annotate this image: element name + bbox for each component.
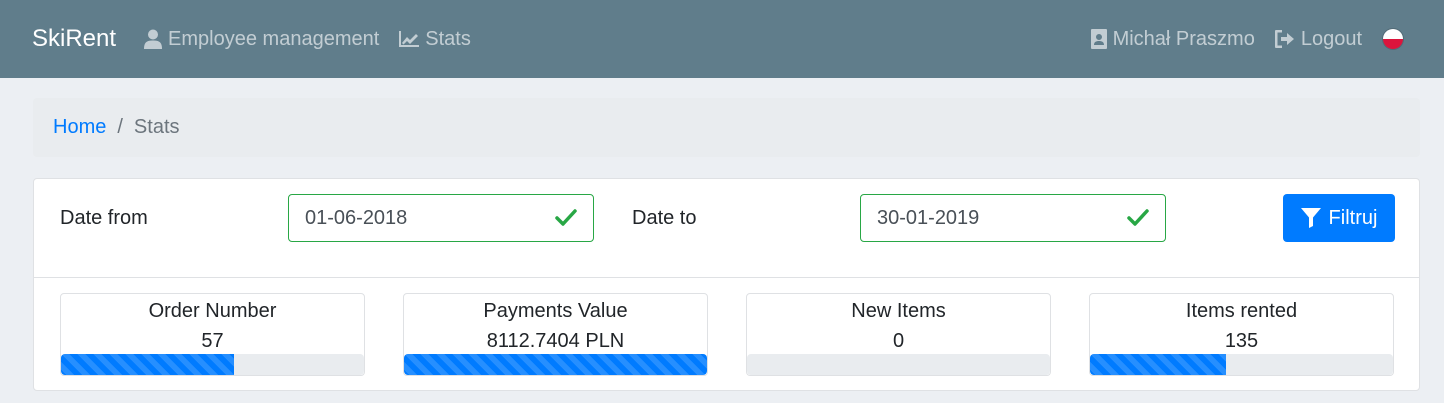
stat-value: 135 (1224, 330, 1259, 352)
stat-progress (747, 354, 1050, 375)
stats-card: Date from 01-06-2018 Date to 30-01-2019 … (33, 178, 1420, 391)
nav-logout-label: Logout (1300, 27, 1362, 50)
filter-icon (1300, 208, 1321, 228)
stat-order-number: Order Number 57 (60, 293, 365, 376)
check-icon (1127, 209, 1149, 227)
stat-value: 8112.7404 PLN (486, 330, 625, 352)
date-from-value: 01-06-2018 (305, 206, 408, 229)
progress-bar (1090, 354, 1227, 375)
poland-flag-icon[interactable] (1382, 28, 1404, 50)
nav-user-name: Michał Praszmo (1112, 27, 1255, 50)
chart-line-icon (399, 31, 420, 47)
filter-button[interactable]: Filtruj (1283, 194, 1395, 242)
breadcrumb: Home / Stats (33, 98, 1420, 157)
nav-logout[interactable]: Logout (1274, 27, 1362, 51)
navbar: SkiRent Employee management Stats Michał… (0, 0, 1444, 78)
sign-out-icon (1274, 30, 1294, 48)
date-from-label: Date from (60, 207, 148, 229)
stat-new-items: New Items 0 (746, 293, 1051, 376)
stat-title: New Items (851, 300, 946, 322)
stat-progress (404, 354, 707, 375)
stat-title: Items rented (1185, 300, 1298, 322)
nav-link-employee-management-label: Employee management (168, 27, 380, 50)
nav-link-employee-management[interactable]: Employee management (144, 28, 379, 51)
stat-progress (1090, 354, 1393, 375)
progress-bar (404, 354, 707, 375)
date-to-field[interactable]: 30-01-2019 (860, 194, 1166, 242)
date-to-label: Date to (632, 207, 697, 229)
breadcrumb-separator: / (117, 116, 123, 138)
navbar-right: Michał Praszmo Logout (1090, 27, 1412, 51)
stat-payments-value: Payments Value 8112.7404 PLN (403, 293, 708, 376)
nav-link-stats-label: Stats (425, 27, 471, 50)
date-to-value: 30-01-2019 (877, 206, 980, 229)
breadcrumb-home-link[interactable]: Home (53, 116, 106, 139)
stat-items-rented: Items rented 135 (1089, 293, 1394, 376)
filter-row: Date from 01-06-2018 Date to 30-01-2019 … (34, 179, 1419, 278)
date-from-field[interactable]: 01-06-2018 (288, 194, 594, 242)
id-badge-icon (1090, 29, 1107, 49)
nav-link-stats[interactable]: Stats (399, 28, 471, 51)
stat-progress (61, 354, 364, 375)
nav-user-profile[interactable]: Michał Praszmo (1090, 27, 1255, 51)
check-icon (555, 209, 577, 227)
stat-title: Order Number (148, 300, 277, 322)
progress-bar (61, 354, 234, 375)
stat-value: 0 (892, 330, 905, 352)
breadcrumb-current: Stats (133, 116, 180, 138)
filter-button-label: Filtruj (1328, 206, 1378, 229)
user-icon (144, 29, 163, 49)
stats-row: Order Number 57 Payments Value 8112.7404… (34, 278, 1419, 392)
stat-title: Payments Value (483, 300, 628, 322)
brand-logo[interactable]: SkiRent (32, 25, 116, 53)
stat-value: 57 (201, 330, 224, 352)
